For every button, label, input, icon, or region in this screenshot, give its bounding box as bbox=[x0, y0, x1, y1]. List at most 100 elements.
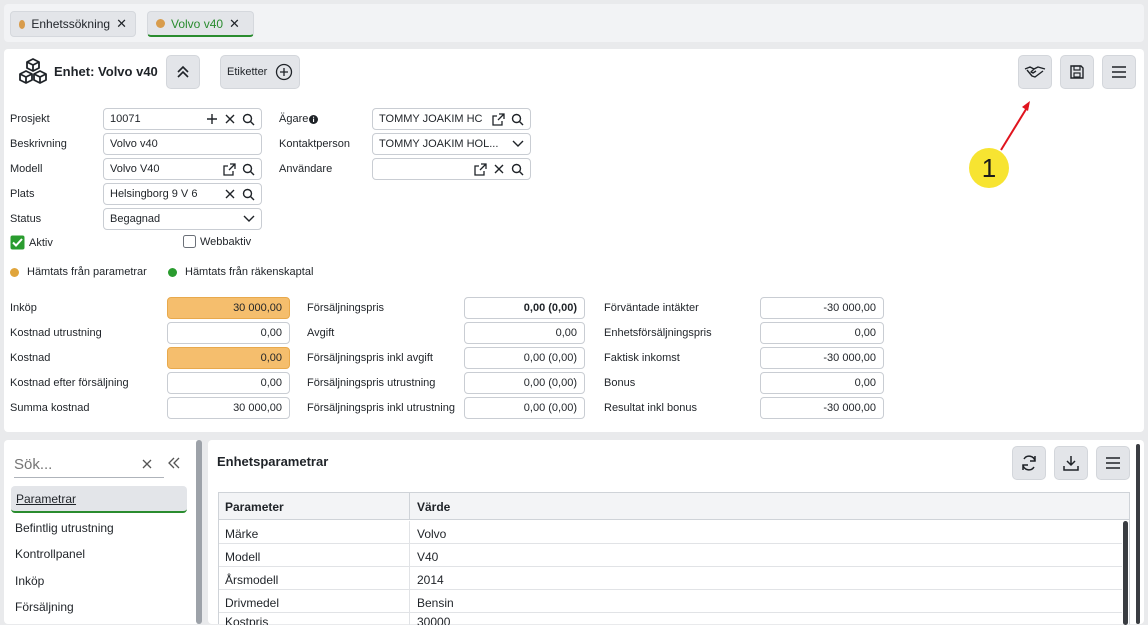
forvantade-intakter-value: -30 000,00 bbox=[760, 297, 884, 319]
search-icon[interactable] bbox=[242, 163, 255, 176]
parameters-table: Parameter Värde Märke Volvo Modell V40 Å… bbox=[218, 492, 1130, 625]
forsaljningspris-input[interactable]: 0,00 (0,00) bbox=[464, 297, 585, 319]
table-row[interactable]: Modell V40 bbox=[219, 544, 1122, 567]
save-button[interactable] bbox=[1060, 55, 1094, 89]
tab-enhetssokning[interactable]: Enhetssökning ✕ bbox=[10, 11, 136, 37]
table-row[interactable]: Kostpris 30000 bbox=[219, 613, 1122, 625]
close-icon[interactable]: ✕ bbox=[229, 16, 240, 32]
agare-label-wrap: Ägare bbox=[279, 113, 319, 125]
collapse-button[interactable] bbox=[166, 55, 200, 89]
table-row[interactable]: Årsmodell 2014 bbox=[219, 567, 1122, 590]
status-select[interactable]: Begagnad bbox=[103, 208, 262, 230]
splitter-handle[interactable] bbox=[196, 440, 202, 624]
fin-label: Försäljningspris bbox=[307, 302, 385, 314]
anvandare-field[interactable] bbox=[372, 158, 531, 180]
status-value: Begagnad bbox=[110, 213, 161, 225]
fin-label: Bonus bbox=[604, 377, 636, 389]
nav-search-input[interactable] bbox=[14, 456, 134, 473]
nav-item-befintlig-utrustning[interactable]: Befintlig utrustning bbox=[15, 521, 114, 535]
tab-status-dot bbox=[19, 19, 26, 29]
column-header-parameter[interactable]: Parameter bbox=[225, 500, 284, 514]
table-row[interactable]: Märke Volvo bbox=[219, 521, 1122, 544]
search-icon[interactable] bbox=[242, 188, 255, 201]
tab-label: Volvo v40 bbox=[171, 16, 224, 31]
tags-button[interactable]: Etiketter bbox=[220, 55, 300, 89]
table-scrollbar[interactable] bbox=[1123, 521, 1128, 625]
fp-utrustning-value: 0,00 (0,00) bbox=[464, 372, 585, 394]
nav-item-inkop[interactable]: Inköp bbox=[15, 574, 44, 588]
fin-label: Kostnad utrustning bbox=[10, 327, 102, 339]
section-title: Enhetsparametrar bbox=[217, 454, 329, 469]
nav-item-label: Parametrar bbox=[16, 492, 77, 506]
modell-field[interactable]: Volvo V40 bbox=[103, 158, 262, 180]
column-divider bbox=[409, 567, 410, 590]
column-header-varde[interactable]: Värde bbox=[417, 500, 450, 514]
prosjekt-field[interactable]: 10071 bbox=[103, 108, 262, 130]
search-icon[interactable] bbox=[242, 113, 255, 126]
beskrivning-field[interactable]: Volvo v40 bbox=[103, 133, 262, 155]
beskrivning-label: Beskrivning bbox=[10, 138, 67, 150]
handshake-button[interactable] bbox=[1018, 55, 1052, 89]
column-divider bbox=[409, 613, 410, 625]
search-icon[interactable] bbox=[511, 113, 524, 126]
fin-label: Förväntade intäkter bbox=[604, 302, 699, 314]
clear-icon[interactable] bbox=[224, 113, 236, 125]
external-link-icon[interactable] bbox=[492, 112, 505, 126]
nav-item-forsaljning[interactable]: Försäljning bbox=[15, 600, 74, 614]
status-label: Status bbox=[10, 213, 42, 225]
column-divider bbox=[409, 590, 410, 613]
modell-label: Modell bbox=[10, 163, 43, 175]
kontaktperson-select[interactable]: TOMMY JOAKIM HOL... bbox=[372, 133, 531, 155]
cell-value: V40 bbox=[417, 550, 439, 564]
agare-field[interactable]: TOMMY JOAKIM HC bbox=[372, 108, 531, 130]
save-icon bbox=[1070, 65, 1084, 79]
fin-label: Faktisk inkomst bbox=[604, 352, 680, 364]
summa-kostnad-value: 30 000,00 bbox=[167, 397, 290, 419]
prosjekt-label: Prosjekt bbox=[10, 113, 50, 125]
handshake-icon bbox=[1024, 66, 1046, 78]
page-title: Enhet: Volvo v40 bbox=[54, 64, 158, 79]
plus-icon[interactable] bbox=[206, 113, 218, 125]
collapse-nav-icon[interactable] bbox=[167, 457, 181, 472]
table-row[interactable]: Drivmedel Bensin bbox=[219, 590, 1122, 613]
search-icon[interactable] bbox=[511, 163, 524, 176]
external-link-icon[interactable] bbox=[223, 162, 236, 176]
unit-panel: Enhet: Volvo v40 Etiketter Prosjekt 1007… bbox=[4, 49, 1144, 432]
cubes-icon bbox=[19, 58, 47, 84]
checkbox-checked-icon bbox=[10, 235, 25, 250]
menu-button[interactable] bbox=[1102, 55, 1136, 89]
tab-label: Enhetssökning bbox=[31, 17, 111, 31]
legend-label: Hämtats från parametrar bbox=[27, 266, 147, 278]
external-link-icon[interactable] bbox=[474, 162, 487, 176]
plats-field[interactable]: Helsingborg 9 V 6 bbox=[103, 183, 262, 205]
tab-status-dot bbox=[156, 19, 165, 28]
download-button[interactable] bbox=[1054, 446, 1088, 480]
beskrivning-value: Volvo v40 bbox=[110, 138, 158, 150]
refresh-button[interactable] bbox=[1012, 446, 1046, 480]
kostnad-utrustning-value: 0,00 bbox=[167, 322, 290, 344]
agare-label: Ägare bbox=[279, 113, 309, 125]
aktiv-checkbox[interactable]: Aktiv bbox=[10, 235, 53, 250]
fin-label: Enhetsförsäljningspris bbox=[604, 327, 712, 339]
fp-inkl-utrustning-value: 0,00 (0,00) bbox=[464, 397, 585, 419]
webbaktiv-checkbox[interactable]: Webbaktiv bbox=[183, 235, 251, 248]
refresh-icon bbox=[1022, 455, 1036, 471]
clear-icon[interactable] bbox=[224, 188, 236, 200]
chevron-down-icon bbox=[243, 215, 255, 223]
fin-label: Avgift bbox=[307, 327, 335, 339]
nav-item-parametrar[interactable]: Parametrar bbox=[11, 486, 187, 513]
chevron-down-icon bbox=[512, 140, 524, 148]
tab-bar: Enhetssökning ✕ Volvo v40 ✕ bbox=[4, 4, 1144, 42]
panel-scrollbar[interactable] bbox=[1136, 444, 1140, 624]
nav-search[interactable] bbox=[14, 452, 164, 478]
tab-volvo-v40[interactable]: Volvo v40 ✕ bbox=[147, 11, 254, 37]
kontaktperson-value: TOMMY JOAKIM HOL... bbox=[379, 138, 499, 150]
faktisk-inkomst-value: -30 000,00 bbox=[760, 347, 884, 369]
close-icon[interactable]: ✕ bbox=[116, 16, 127, 32]
legend-rakenskaptal: Hämtats från räkenskaptal bbox=[168, 266, 313, 278]
clear-icon[interactable] bbox=[142, 458, 152, 472]
clear-icon[interactable] bbox=[493, 163, 505, 175]
panel-menu-button[interactable] bbox=[1096, 446, 1130, 480]
nav-item-kontrollpanel[interactable]: Kontrollpanel bbox=[15, 547, 85, 561]
info-icon[interactable] bbox=[309, 114, 319, 124]
